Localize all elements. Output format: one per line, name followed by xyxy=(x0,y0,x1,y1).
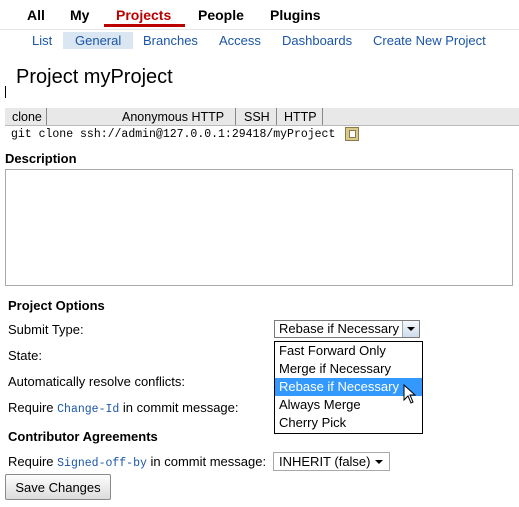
divider xyxy=(322,108,323,125)
signed-off-suffix: in commit message: xyxy=(150,454,267,469)
option-cherry-pick[interactable]: Cherry Pick xyxy=(275,414,422,432)
text-caret xyxy=(5,86,6,98)
mouse-pointer-icon xyxy=(403,384,417,404)
change-id-label: Require Change-Id in commit message: xyxy=(8,400,239,416)
active-tab-underline xyxy=(104,24,185,27)
submit-type-select[interactable]: Rebase if Necessary xyxy=(274,320,420,338)
signed-off-label: Require Signed-off-by in commit message: xyxy=(8,454,266,470)
signed-off-value: INHERIT (false) xyxy=(279,454,371,469)
tab-all[interactable]: All xyxy=(27,7,45,23)
subnav-general[interactable]: General xyxy=(63,32,134,49)
change-id-code: Change-Id xyxy=(57,403,120,416)
divider xyxy=(235,108,236,125)
top-nav: All My Projects People Plugins xyxy=(0,0,519,28)
signed-off-code: Signed-off-by xyxy=(57,457,147,470)
tab-plugins[interactable]: Plugins xyxy=(270,7,321,23)
divider xyxy=(46,108,47,125)
clone-command: git clone ssh://admin@127.0.0.1:29418/my… xyxy=(11,128,336,141)
scheme-http[interactable]: HTTP xyxy=(284,109,317,125)
description-textarea[interactable] xyxy=(5,169,513,286)
change-id-suffix: in commit message: xyxy=(122,400,239,415)
state-label: State: xyxy=(8,348,42,363)
option-always-merge[interactable]: Always Merge xyxy=(275,396,422,414)
tab-people[interactable]: People xyxy=(198,7,244,23)
option-fast-forward-only[interactable]: Fast Forward Only xyxy=(275,342,422,360)
signed-off-select[interactable]: INHERIT (false) xyxy=(273,452,390,471)
submit-type-label: Submit Type: xyxy=(8,322,84,337)
page-title: Project myProject xyxy=(16,66,173,88)
change-id-prefix: Require xyxy=(8,400,54,415)
tab-my[interactable]: My xyxy=(70,7,89,23)
subnav-branches[interactable]: Branches xyxy=(143,32,198,49)
description-label: Description xyxy=(5,151,77,166)
sub-nav: List General Branches Access Dashboards … xyxy=(0,29,519,50)
scheme-anonymous-http[interactable]: Anonymous HTTP xyxy=(122,109,224,125)
option-rebase-if-necessary[interactable]: Rebase if Necessary xyxy=(275,378,422,396)
chevron-down-icon[interactable] xyxy=(402,321,419,337)
contributor-agreements-heading: Contributor Agreements xyxy=(8,429,158,444)
subnav-access[interactable]: Access xyxy=(219,32,261,49)
signed-off-prefix: Require xyxy=(8,454,54,469)
subnav-list[interactable]: List xyxy=(32,32,52,49)
subnav-dashboards[interactable]: Dashboards xyxy=(282,32,352,49)
copy-clipboard-icon[interactable] xyxy=(345,127,359,141)
chevron-down-icon[interactable] xyxy=(375,460,383,464)
download-bar: clone Anonymous HTTP SSH HTTP xyxy=(5,108,519,126)
scheme-ssh[interactable]: SSH xyxy=(244,109,270,125)
auto-resolve-label: Automatically resolve conflicts: xyxy=(8,374,186,389)
subnav-create-new-project[interactable]: Create New Project xyxy=(373,32,486,49)
divider xyxy=(276,108,277,125)
clone-label: clone xyxy=(12,110,42,124)
submit-type-value: Rebase if Necessary xyxy=(279,321,399,336)
option-merge-if-necessary[interactable]: Merge if Necessary xyxy=(275,360,422,378)
save-changes-button[interactable]: Save Changes xyxy=(5,474,111,500)
tab-projects[interactable]: Projects xyxy=(116,7,171,23)
project-options-heading: Project Options xyxy=(8,298,105,313)
submit-type-dropdown: Fast Forward Only Merge if Necessary Reb… xyxy=(274,341,423,434)
